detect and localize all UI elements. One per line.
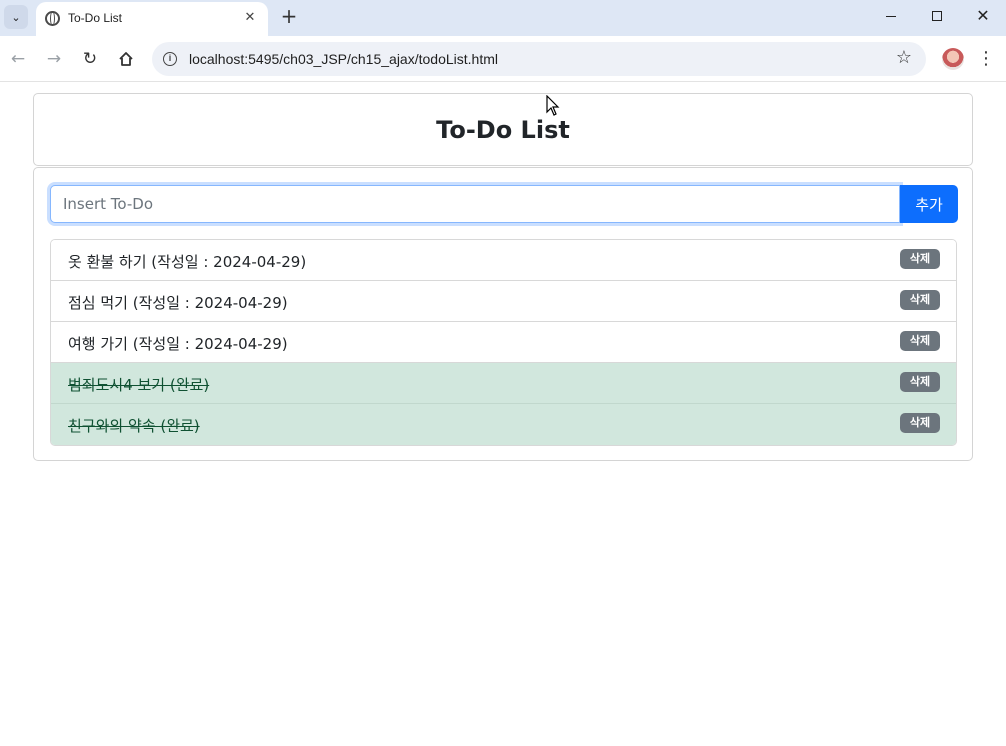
browser-tab[interactable]: To-Do List ✕	[36, 2, 268, 36]
todo-item[interactable]: 범죄도시4 보기 (완료) 삭제	[51, 363, 956, 404]
todo-text: 옷 환불 하기 (작성일 : 2024-04-29)	[68, 253, 307, 271]
todo-input-group: 추가	[50, 185, 958, 223]
todo-list: 옷 환불 하기 (작성일 : 2024-04-29) 삭제 점심 먹기 (작성일…	[50, 239, 957, 446]
delete-button[interactable]: 삭제	[900, 372, 940, 392]
reload-icon[interactable]: ↻	[77, 46, 103, 72]
todo-text: 친구와의 약속 (완료)	[68, 417, 200, 435]
maximize-button[interactable]	[914, 0, 960, 32]
todo-text: 여행 가기 (작성일 : 2024-04-29)	[68, 335, 288, 353]
todo-item[interactable]: 점심 먹기 (작성일 : 2024-04-29) 삭제	[51, 281, 956, 322]
delete-button[interactable]: 삭제	[900, 249, 940, 269]
more-menu-icon[interactable]: ⋮	[974, 46, 998, 72]
tab-title: To-Do List	[68, 11, 123, 25]
todo-item[interactable]: 친구와의 약속 (완료) 삭제	[51, 404, 956, 445]
tab-close-icon[interactable]: ✕	[240, 8, 260, 28]
browser-tab-strip: ⌄ To-Do List ✕ + ✕	[0, 0, 1006, 36]
new-tab-button[interactable]: +	[278, 4, 300, 28]
header-card: To-Do List	[33, 93, 973, 166]
todo-card: 추가 옷 환불 하기 (작성일 : 2024-04-29) 삭제 점심 먹기 (…	[33, 167, 973, 461]
home-icon[interactable]	[113, 46, 139, 72]
bookmark-star-icon[interactable]: ☆	[896, 47, 912, 68]
profile-avatar[interactable]	[942, 48, 964, 70]
todo-input[interactable]	[50, 185, 900, 223]
globe-icon	[45, 11, 60, 26]
back-arrow-icon[interactable]: ←	[5, 46, 31, 72]
page-title: To-Do List	[436, 115, 570, 144]
minimize-button[interactable]	[868, 0, 914, 32]
browser-toolbar: ← → ↻ i localhost:5495/ch03_JSP/ch15_aja…	[0, 36, 1006, 82]
todo-text: 범죄도시4 보기 (완료)	[68, 376, 210, 394]
todo-item[interactable]: 옷 환불 하기 (작성일 : 2024-04-29) 삭제	[51, 240, 956, 281]
site-info-icon[interactable]: i	[163, 52, 177, 66]
add-button[interactable]: 추가	[900, 185, 958, 223]
todo-item[interactable]: 여행 가기 (작성일 : 2024-04-29) 삭제	[51, 322, 956, 363]
delete-button[interactable]: 삭제	[900, 290, 940, 310]
page-content: To-Do List 추가 옷 환불 하기 (작성일 : 2024-04-29)…	[0, 83, 1006, 746]
forward-arrow-icon[interactable]: →	[41, 46, 67, 72]
url-text[interactable]: localhost:5495/ch03_JSP/ch15_ajax/todoLi…	[189, 51, 498, 67]
tab-search-chevron-icon[interactable]: ⌄	[4, 5, 28, 29]
delete-button[interactable]: 삭제	[900, 331, 940, 351]
todo-text: 점심 먹기 (작성일 : 2024-04-29)	[68, 294, 288, 312]
window-close-button[interactable]: ✕	[960, 0, 1006, 32]
address-bar[interactable]: i localhost:5495/ch03_JSP/ch15_ajax/todo…	[152, 42, 926, 76]
delete-button[interactable]: 삭제	[900, 413, 940, 433]
